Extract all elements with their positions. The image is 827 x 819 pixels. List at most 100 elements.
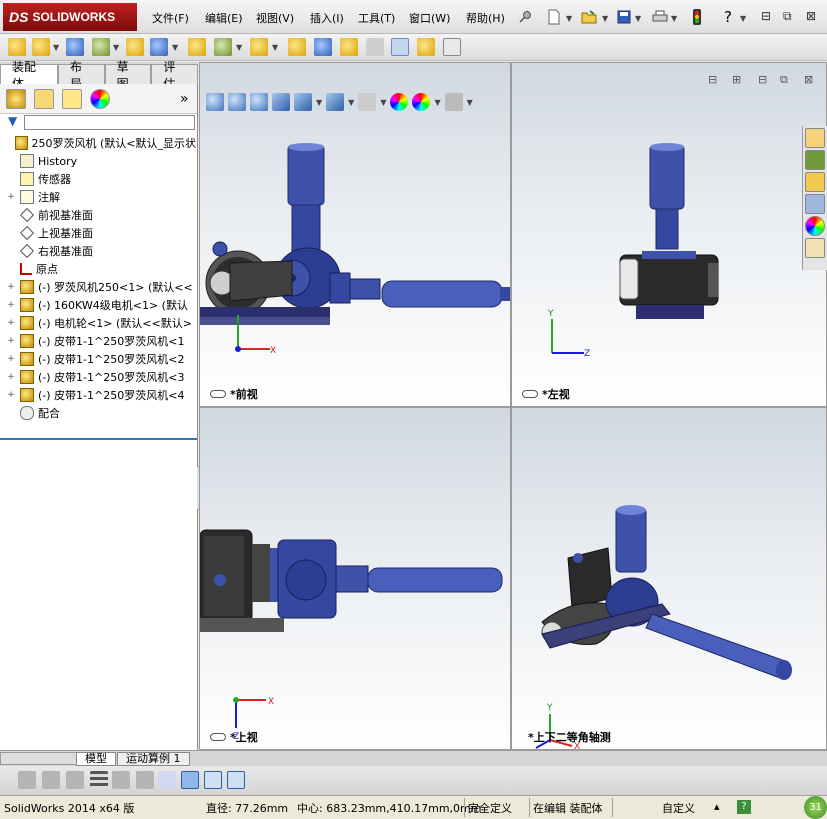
chevron-down-icon[interactable]: ▼ — [740, 14, 746, 23]
open-folder-icon[interactable] — [580, 8, 598, 26]
chevron-down-icon[interactable]: ▼ — [172, 43, 178, 52]
chevron-down-icon[interactable]: ▼ — [272, 43, 278, 52]
appearance-icon[interactable] — [90, 89, 110, 109]
expand-toggle[interactable]: + — [6, 192, 16, 202]
expand-toggle[interactable]: + — [6, 390, 16, 400]
menu-file[interactable]: 文件(F) — [152, 10, 189, 26]
rebuild-traffic-light-icon[interactable] — [688, 8, 706, 26]
expand-toggle[interactable]: + — [6, 354, 16, 364]
viewport-top[interactable]: X Z *上视 — [199, 407, 511, 750]
chevron-down-icon[interactable]: ▼ — [113, 43, 119, 52]
list-icon[interactable] — [90, 771, 108, 789]
link-views-icon[interactable] — [210, 390, 226, 398]
wireframe-icon[interactable] — [18, 771, 36, 789]
tree-node[interactable]: 250罗茨风机 (默认<默认_显示状 — [0, 134, 196, 152]
viewport-left[interactable]: ⊟ ⊞ ⊟ ⧉ ⊠ Y Z *左视 — [511, 62, 827, 407]
graphics-area[interactable]: ▼ ▼ ▼ ▼ ▼ Y X *前视 ⊟ ⊞ ⊟ ⧉ ⊠ Y Z *左视 X Z … — [199, 62, 827, 750]
viewport-isometric[interactable]: Y X *上下二等角轴测 — [511, 407, 827, 750]
tree-node[interactable]: 上视基准面 — [0, 224, 196, 242]
tab-sketch[interactable]: 草图 — [104, 60, 152, 91]
view-palette-icon[interactable] — [805, 194, 825, 214]
custom-properties-icon[interactable] — [805, 238, 825, 258]
assembly-features-icon[interactable] — [188, 38, 206, 56]
menu-view[interactable]: 视图(V) — [256, 10, 294, 26]
shaded-icon[interactable] — [66, 771, 84, 789]
tree-node[interactable]: + (-) 电机轮<1> (默认<<默认> — [0, 314, 196, 332]
close-button[interactable]: ⊠ — [806, 9, 816, 23]
table-icon[interactable] — [112, 771, 130, 789]
menu-tools[interactable]: 工具(T) — [358, 10, 395, 26]
pin-icon[interactable] — [516, 8, 534, 26]
notification-balloon[interactable]: 31 — [804, 796, 827, 819]
reference-geometry-icon[interactable] — [214, 38, 232, 56]
take-snapshot-icon[interactable] — [443, 38, 461, 56]
tab-layout[interactable]: 布局 — [58, 60, 105, 91]
expand-toggle[interactable]: + — [6, 372, 16, 382]
appearances-scenes-icon[interactable] — [805, 216, 825, 236]
funnel-icon[interactable]: ▼ — [8, 114, 17, 128]
update-speedpak-icon[interactable] — [417, 38, 435, 56]
linear-pattern-icon[interactable] — [66, 38, 84, 56]
tree-node[interactable]: + (-) 皮带1-1^250罗茨风机<3 — [0, 368, 196, 386]
tree-node[interactable]: 右视基准面 — [0, 242, 196, 260]
single-viewport-icon[interactable] — [181, 771, 199, 789]
help-icon[interactable]: ? — [737, 800, 751, 814]
chevron-down-icon[interactable]: ▼ — [635, 14, 641, 23]
chevron-down-icon[interactable]: ▼ — [236, 43, 242, 52]
mate-icon[interactable] — [32, 38, 50, 56]
chart-icon[interactable] — [158, 771, 176, 789]
units-menu[interactable]: 自定义 — [662, 800, 695, 816]
solidworks-resources-icon[interactable] — [805, 128, 825, 148]
tree-node[interactable]: + (-) 皮带1-1^250罗茨风机<4 — [0, 386, 196, 404]
panel-expand-button[interactable]: » — [180, 91, 189, 107]
expand-toggle[interactable]: + — [6, 282, 16, 292]
tab-evaluate[interactable]: 评估 — [151, 60, 199, 91]
exploded-view-icon[interactable] — [314, 38, 332, 56]
menu-edit[interactable]: 编辑(E) — [205, 10, 243, 26]
explode-line-sketch-icon[interactable] — [340, 38, 358, 56]
tab-assembly[interactable]: 装配体 — [0, 60, 58, 91]
print-icon[interactable] — [651, 8, 669, 26]
link-views-icon[interactable] — [210, 733, 226, 741]
filter-input[interactable] — [24, 115, 195, 130]
file-explorer-icon[interactable] — [805, 172, 825, 192]
expand-toggle[interactable]: + — [6, 300, 16, 310]
menu-insert[interactable]: 插入(I) — [310, 10, 344, 26]
viewport-front[interactable]: ▼ ▼ ▼ ▼ ▼ Y X *前视 — [199, 62, 511, 407]
restore-button[interactable]: ⧉ — [783, 9, 792, 24]
chevron-down-icon[interactable]: ▼ — [671, 14, 677, 23]
configurationmanager-icon[interactable] — [62, 89, 82, 109]
tree-node[interactable]: + (-) 皮带1-1^250罗茨风机<2 — [0, 350, 196, 368]
chevron-down-icon[interactable]: ▼ — [602, 14, 608, 23]
design-library-icon[interactable] — [805, 150, 825, 170]
split-icon[interactable] — [136, 771, 154, 789]
interference-detection-icon[interactable] — [366, 38, 384, 56]
menu-window[interactable]: 窗口(W) — [409, 10, 450, 26]
tree-node[interactable]: 传感器 — [0, 170, 196, 188]
units-caret[interactable]: ▴ — [714, 800, 720, 813]
tree-node[interactable]: 原点 — [0, 260, 196, 278]
tab-motion-study-1[interactable]: 运动算例 1 — [117, 752, 190, 766]
propertymanager-icon[interactable] — [34, 89, 54, 109]
tree-node[interactable]: 配合 — [0, 404, 196, 422]
two-viewport-icon[interactable] — [204, 771, 222, 789]
tree-node[interactable]: 前视基准面 — [0, 206, 196, 224]
featuremanager-tree-icon[interactable] — [6, 89, 26, 109]
tree-node[interactable]: + 注解 — [0, 188, 196, 206]
tree-node[interactable]: + (-) 皮带1-1^250罗茨风机<1 — [0, 332, 196, 350]
expand-toggle[interactable]: + — [6, 336, 16, 346]
tab-model[interactable]: 模型 — [76, 752, 116, 766]
show-hidden-icon[interactable] — [150, 38, 168, 56]
smart-fasteners-icon[interactable] — [92, 38, 110, 56]
move-component-icon[interactable] — [126, 38, 144, 56]
bill-of-materials-icon[interactable] — [288, 38, 306, 56]
four-viewport-icon[interactable] — [227, 771, 245, 789]
chevron-down-icon[interactable]: ▼ — [53, 43, 59, 52]
tree-node[interactable]: + (-) 罗茨风机250<1> (默认<< — [0, 278, 196, 296]
instant3d-icon[interactable] — [391, 38, 409, 56]
help-icon[interactable]: ? — [719, 8, 737, 26]
insert-component-icon[interactable] — [8, 38, 26, 56]
save-icon[interactable] — [615, 8, 633, 26]
tree-node[interactable]: + (-) 160KW4级电机<1> (默认 — [0, 296, 196, 314]
expand-toggle[interactable]: + — [6, 318, 16, 328]
